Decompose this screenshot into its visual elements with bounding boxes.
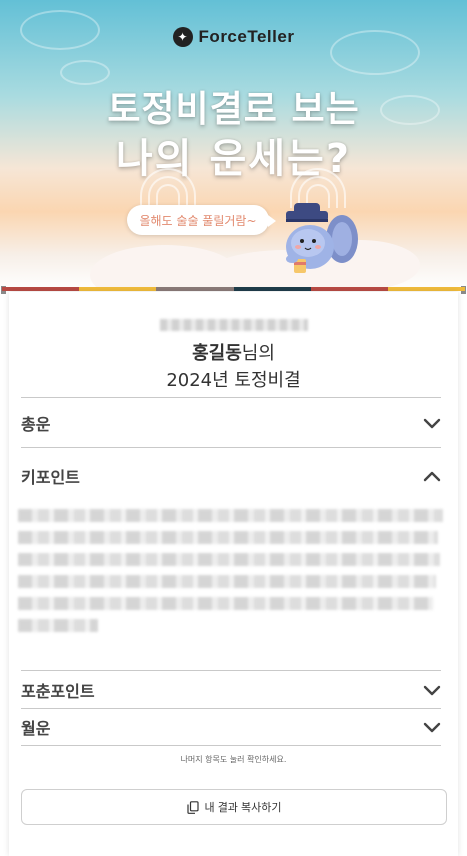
copy-icon [186, 800, 199, 814]
section-title: 포춘포인트 [21, 681, 95, 701]
section-fortune-point[interactable]: 포춘포인트 [21, 670, 441, 708]
chevron-up-icon[interactable] [423, 470, 441, 482]
result-subtitle: 2024년 토정비결 [166, 370, 301, 391]
section-title: 키포인트 [21, 467, 80, 487]
hero-banner: ✦ ForceTeller 토정비결로 보는 나의 운세는? 올해도 술술 풀릴… [0, 0, 467, 290]
user-name: 홍길동 [192, 343, 242, 364]
brand-name: ForceTeller [198, 27, 295, 46]
logo-star-icon: ✦ [172, 27, 193, 47]
section-monthly-fortune[interactable]: 월운 [21, 708, 441, 746]
hero-headline-line1: 토정비결로 보는 [107, 89, 360, 130]
mascot-squirrel-illustration [286, 203, 358, 273]
copy-result-button[interactable]: 내 결과 복사하기 [21, 789, 447, 825]
section-title: 월운 [21, 719, 51, 738]
speech-bubble-text: 올해도 술술 풀릴거람~ [139, 213, 257, 228]
result-owner: 홍길동님의 [0, 339, 467, 365]
speech-bubble: 올해도 술술 풀릴거람~ [127, 205, 276, 235]
chevron-down-icon[interactable] [423, 417, 441, 429]
section-key-point[interactable]: 키포인트 [21, 447, 441, 503]
chevron-down-icon[interactable] [423, 684, 441, 696]
hero-headline-line2: 나의 운세는? [115, 136, 352, 182]
chevron-down-icon[interactable] [423, 721, 441, 733]
section-overall-fortune[interactable]: 총운 [21, 397, 441, 447]
user-name-suffix: 님의 [241, 343, 275, 364]
section-title: 총운 [21, 414, 51, 434]
brand-logo[interactable]: ✦ ForceTeller [0, 27, 467, 47]
birth-info-redacted [160, 319, 308, 331]
key-point-content-redacted [18, 505, 443, 635]
copy-result-label: 내 결과 복사하기 [204, 802, 282, 814]
expand-hint-text: 나머지 항목도 눌러 확인하세요. [180, 755, 287, 764]
